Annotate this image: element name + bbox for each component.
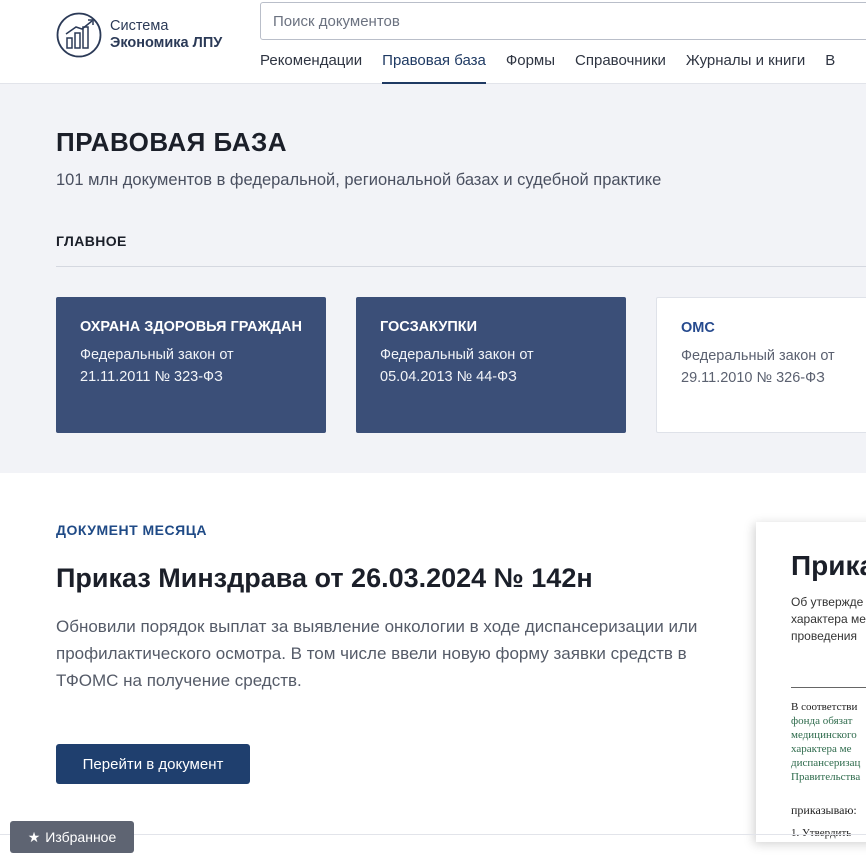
card-text-line2: 05.04.2013 № 44-ФЗ [380, 369, 517, 385]
preview-item: 1. Утвердить [791, 827, 852, 839]
preview-body-link: характера ме [791, 743, 852, 755]
favorites-button[interactable]: ★ Избранное [10, 821, 134, 853]
search-placeholder: Поиск документов [273, 12, 400, 30]
preview-sub-line: Об утвержде [791, 595, 864, 609]
nav-item-references[interactable]: Справочники [575, 52, 666, 84]
document-preview[interactable]: Прика Об утвержде характера ме проведени… [756, 522, 866, 842]
doc-month-label: ДОКУМЕНТ МЕСЯЦА [56, 522, 208, 538]
preview-order: приказываю: [791, 803, 857, 817]
section-label-main: ГЛАВНОЕ [56, 233, 127, 249]
preview-body: В соответстви фонда обязат медицинского … [791, 700, 860, 784]
nav-item-recommendations[interactable]: Рекомендации [260, 52, 362, 84]
nav-item-journals[interactable]: Журналы и книги [686, 52, 805, 84]
card-text-line1: Федеральный закон от [380, 347, 534, 363]
top-header: Система Экономика ЛПУ Поиск документов Р… [0, 0, 866, 84]
section-divider [56, 266, 866, 267]
page-subtitle: 101 млн документов в федеральной, регион… [56, 171, 662, 189]
card-text-line1: Федеральный закон от [80, 347, 234, 363]
card-title: ГОСЗАКУПКИ [380, 319, 478, 335]
preview-divider [791, 687, 866, 688]
preview-body-link: диспансеризац [791, 757, 861, 769]
open-document-button[interactable]: Перейти в документ [56, 744, 250, 784]
preview-body-line: В соответстви [791, 701, 858, 713]
chart-logo-icon [56, 12, 102, 58]
card-title: ОХРАНА ЗДОРОВЬЯ ГРАЖДАН [80, 319, 302, 335]
card-health-protection[interactable]: ОХРАНА ЗДОРОВЬЯ ГРАЖДАН Федеральный зако… [56, 297, 326, 433]
card-procurement[interactable]: ГОСЗАКУПКИ Федеральный закон от 05.04.20… [356, 297, 626, 433]
card-title: ОМС [681, 320, 715, 336]
nav-item-forms[interactable]: Формы [506, 52, 555, 84]
preview-body-link: Правительства [791, 771, 861, 783]
card-oms[interactable]: ОМС Федеральный закон от 29.11.2010 № 32… [656, 297, 866, 433]
preview-subtitle: Об утвержде характера ме проведения [791, 594, 866, 645]
preview-sub-line: проведения [791, 629, 857, 643]
search-input[interactable]: Поиск документов [260, 2, 866, 40]
card-text-line1: Федеральный закон от [681, 348, 835, 364]
favorites-label: Избранное [45, 829, 117, 845]
doc-month-description: Обновили порядок выплат за выявление онк… [56, 617, 698, 690]
card-text-line2: 29.11.2010 № 326-ФЗ [681, 370, 825, 386]
main-nav: Рекомендации Правовая база Формы Справоч… [260, 52, 835, 84]
logo[interactable]: Система Экономика ЛПУ [56, 12, 222, 58]
preview-body-link: медицинского [791, 729, 857, 741]
logo-line1: Система [110, 18, 169, 34]
doc-month-title: Приказ Минздрава от 26.03.2024 № 142н [56, 563, 593, 593]
preview-title: Прика [791, 550, 866, 581]
card-text-line2: 21.11.2011 № 323-ФЗ [80, 369, 223, 385]
star-icon: ★ [27, 828, 41, 845]
preview-sub-line: характера ме [791, 612, 866, 626]
nav-item-legal-base[interactable]: Правовая база [382, 52, 486, 84]
preview-body-link: фонда обязат [791, 715, 853, 727]
logo-line2: Экономика ЛПУ [110, 35, 223, 51]
page-title: ПРАВОВАЯ БАЗА [56, 127, 288, 157]
nav-item-more[interactable]: В [825, 52, 835, 84]
